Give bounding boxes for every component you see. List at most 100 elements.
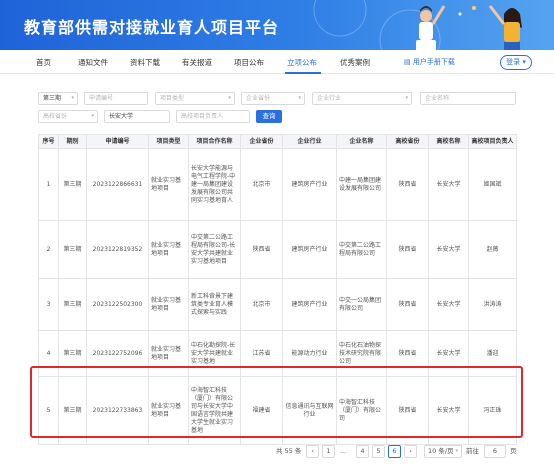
site-title: 教育部供需对接就业育人项目平台 (24, 18, 280, 37)
cell-company-name: 中海智汇科技（厦门）有限公司 (336, 376, 387, 445)
col-header: 项目类型 (148, 134, 189, 149)
cell-project-type: 就业实习基地项目 (148, 330, 189, 377)
cell-index: 3 (38, 278, 59, 331)
goto-page-input[interactable]: 6 (484, 445, 506, 458)
table-row: 4 第三期 2023122752096 就业实习基地项目 中石化勘探院-长安大学… (38, 330, 517, 377)
cell-project-type: 就业实习基地项目 (148, 220, 189, 279)
cell-company-province: 北京市 (240, 148, 283, 221)
company-name-input[interactable]: 企业名称 (420, 92, 516, 105)
manual-download-link[interactable]: ▤ 用户手册下载 (404, 57, 455, 67)
chevron-down-icon: ▾ (455, 448, 458, 454)
page-size-select[interactable]: 10 条/页 ▾ (424, 445, 462, 458)
project-type-select[interactable]: 项目类型 ▾ (155, 92, 235, 105)
goto-label: 前往 (466, 447, 479, 455)
school-name-input[interactable]: 长安大学 (104, 110, 170, 123)
table-row: 2 第三期 2023122819352 就业实习基地项目 中交第二公路工程局有限… (38, 220, 517, 279)
cell-apply-no: 2023122752096 (86, 330, 149, 377)
nav-project-list[interactable]: 项目公布 (234, 57, 264, 68)
page-ellipsis[interactable]: ... (340, 445, 346, 458)
nav-notices[interactable]: 通知文件 (78, 57, 108, 68)
cell-school-province: 陕西省 (386, 376, 429, 445)
cell-school-leader: 赵薇 (468, 220, 517, 279)
cell-company-province: 江苏省 (240, 330, 283, 377)
nav-approval-list[interactable]: 立项公布 (287, 57, 317, 68)
nav-excellent-cases[interactable]: 优秀案例 (340, 57, 370, 68)
cell-school-leader: 洪涛涛 (468, 278, 517, 331)
cell-school-province: 陕西省 (386, 220, 429, 279)
cell-company-name: 中石化石油物探技术研究院有限公司 (336, 330, 387, 377)
cell-index: 2 (38, 220, 59, 279)
page-button[interactable]: 1 (322, 445, 335, 458)
cell-company-industry: 建筑房产行业 (282, 148, 337, 221)
prev-page-button[interactable]: ‹ (306, 445, 319, 458)
table-row: 3 第三期 2023122502300 就业实习基地项目 新工科背景下建筑类专业… (38, 278, 517, 331)
cell-batch: 第三期 (58, 376, 87, 445)
col-header: 申请编号 (86, 134, 149, 149)
cell-school-name: 长安大学 (428, 220, 469, 279)
school-leader-input[interactable]: 高校项目负责人 (176, 110, 250, 123)
nav-downloads[interactable]: 资料下载 (130, 57, 160, 68)
school-province-select[interactable]: 高校省份 ▾ (38, 110, 98, 123)
cell-apply-no: 2023122733863 (86, 376, 149, 445)
cell-index: 4 (38, 330, 59, 377)
batch-select[interactable]: 第三期 ▾ (38, 92, 78, 105)
cell-school-province: 陕西省 (386, 330, 429, 377)
site-header: 教育部供需对接就业育人项目平台 (0, 0, 554, 50)
cell-company-industry: 建筑房产行业 (282, 278, 337, 331)
cell-company-industry: 建筑房产行业 (282, 220, 337, 279)
cell-index: 1 (38, 148, 59, 221)
cell-company-province: 福建省 (240, 376, 283, 445)
nav-active-indicator (285, 72, 321, 74)
cell-project-type: 就业实习基地项目 (148, 376, 189, 445)
cell-batch: 第三期 (58, 330, 87, 377)
page-unit-label: 页 (510, 447, 517, 455)
cell-project-name: 新工科背景下建筑类专业育人模式探索与实践 (188, 278, 241, 331)
cell-school-province: 陕西省 (386, 278, 429, 331)
col-header: 项目合作名称 (188, 134, 241, 149)
col-header: 期别 (58, 134, 87, 149)
cell-school-province: 陕西省 (386, 148, 429, 221)
cell-company-industry: 信息通讯与互联网行业 (282, 376, 337, 445)
cell-project-name: 中交第二公路工程局有限公司-长安大学共建就业实习基地项目 (188, 220, 241, 279)
apply-number-input[interactable]: 申请编号 (84, 92, 148, 105)
cell-batch: 第三期 (58, 148, 87, 221)
cell-company-industry: 能源动力行业 (282, 330, 337, 377)
cell-project-name: 中海智汇科技（厦门）有限公司与长安大学中国语言学院共建大学生就业实习基地 (188, 376, 241, 445)
cell-company-province: 陕西省 (240, 220, 283, 279)
cell-batch: 第三期 (58, 278, 87, 331)
page-button-active[interactable]: 6 (388, 445, 401, 458)
table-header-row: 序号 期别 申请编号 项目类型 项目合作名称 企业省份 企业行业 企业名称 高校… (38, 134, 517, 149)
col-header: 企业行业 (282, 134, 337, 149)
cell-apply-no: 2023122819352 (86, 220, 149, 279)
nav-reports[interactable]: 有关报道 (182, 57, 212, 68)
login-button[interactable]: 登录 ▾ (500, 55, 532, 70)
cell-company-name: 中建一局集团建设发展有限公司 (336, 148, 387, 221)
query-button[interactable]: 查询 (256, 110, 282, 123)
chevron-right-icon: › (409, 447, 412, 455)
total-count: 共 55 条 (276, 447, 302, 455)
nav-home[interactable]: 首页 (36, 57, 51, 68)
header-illustration (416, 5, 522, 50)
document-icon: ▤ (404, 58, 413, 66)
cell-company-province: 北京市 (240, 278, 283, 331)
cell-school-leader: 姬国斌 (468, 148, 517, 221)
cell-company-name: 中交第二公路工程局有限公司 (336, 220, 387, 279)
page-button[interactable]: 4 (356, 445, 369, 458)
company-industry-select[interactable]: 企业行业 ▾ (312, 92, 412, 105)
col-header: 企业省份 (240, 134, 283, 149)
cell-school-leader: 潘迎 (468, 330, 517, 377)
cell-batch: 第三期 (58, 220, 87, 279)
main-nav: 首页 通知文件 资料下载 有关报道 项目公布 立项公布 优秀案例 ▤ 用户手册下… (0, 52, 554, 74)
cell-project-name: 长安大学能源与电气工程学院-中建一局集团建设发展有限公司共同实习基地育人 (188, 148, 241, 221)
cell-school-name: 长安大学 (428, 376, 469, 445)
approval-table: 序号 期别 申请编号 项目类型 项目合作名称 企业省份 企业行业 企业名称 高校… (38, 134, 517, 445)
table-row: 1 第三期 2023122866631 就业实习基地项目 长安大学能源与电气工程… (38, 148, 517, 221)
cell-company-name: 中交一公局集团有限公司 (336, 278, 387, 331)
page-button[interactable]: 5 (372, 445, 385, 458)
chevron-left-icon: ‹ (311, 447, 314, 455)
cell-school-name: 长安大学 (428, 330, 469, 377)
col-header: 高校名称 (428, 134, 469, 149)
company-province-select[interactable]: 企业省份 ▾ (241, 92, 305, 105)
col-header: 企业名称 (336, 134, 387, 149)
next-page-button[interactable]: › (404, 445, 417, 458)
